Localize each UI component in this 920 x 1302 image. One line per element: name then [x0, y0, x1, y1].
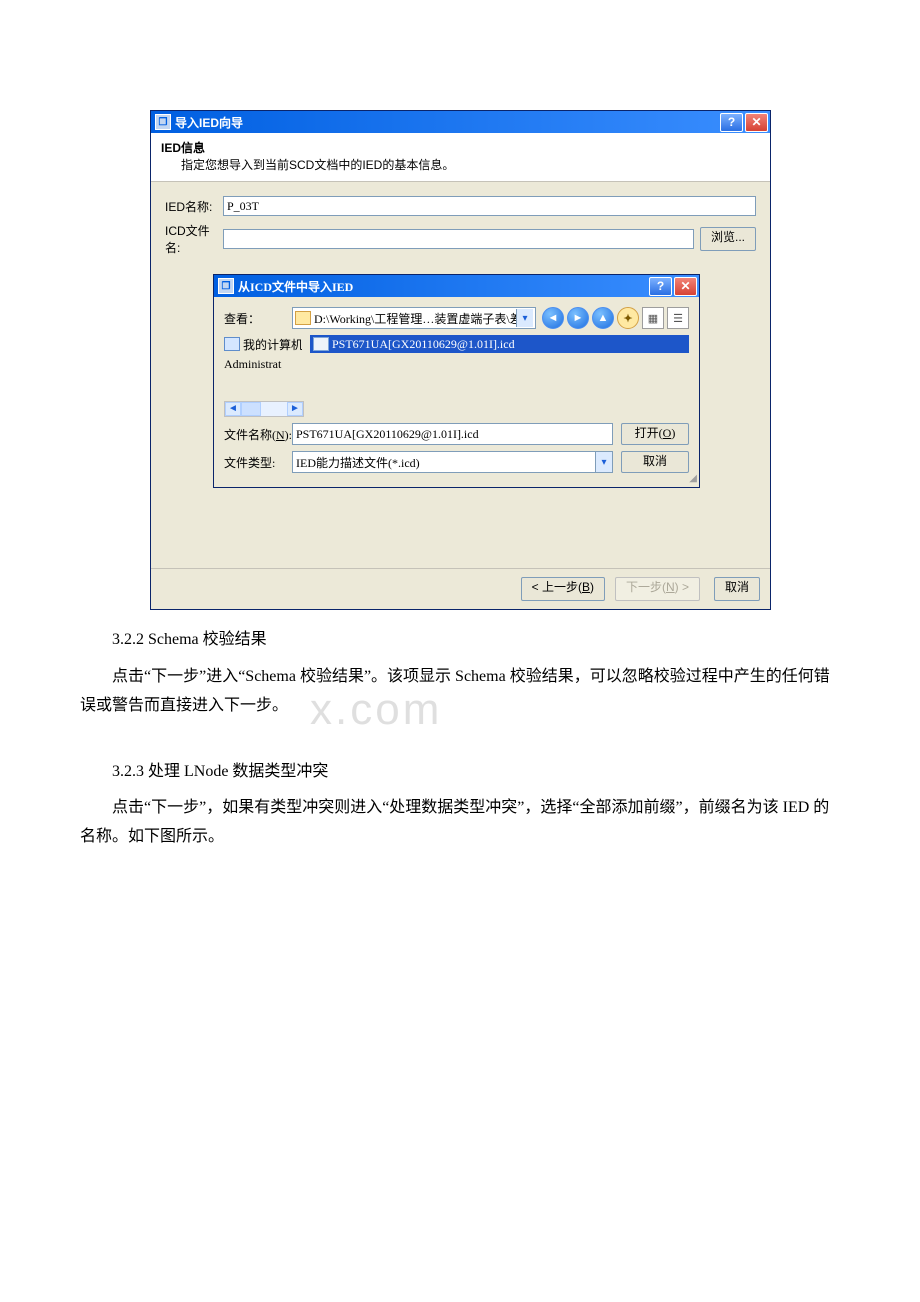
resize-grip-icon[interactable]: ◢: [685, 473, 697, 485]
look-in-label: 查看：: [224, 310, 292, 327]
section-heading-323: 3.2.3 处理 LNode 数据类型冲突: [80, 758, 840, 787]
file-list[interactable]: PST671UA[GX20110629@1.01I].icd: [310, 335, 689, 401]
chevron-down-icon[interactable]: ▾: [595, 452, 612, 472]
file-icon: [313, 337, 329, 351]
new-folder-icon[interactable]: ✦: [617, 307, 639, 329]
close-button[interactable]: ✕: [674, 277, 697, 296]
prev-button[interactable]: < 上一步(B): [521, 577, 605, 601]
help-button[interactable]: ?: [720, 113, 743, 132]
filetype-combo[interactable]: IED能力描述文件(*.icd) ▾: [292, 451, 613, 473]
file-dialog-titlebar[interactable]: ❐ 从ICD文件中导入IED ? ✕: [214, 275, 699, 297]
computer-icon: [224, 337, 240, 351]
file-dialog-title: 从ICD文件中导入IED: [238, 278, 353, 295]
look-in-combo[interactable]: D:\Working\工程管理…装置虚端子表\差动PST671 ▾: [292, 307, 536, 329]
icd-file-label: ICD文件名:: [165, 222, 223, 256]
filename-label: 文件名称(N):: [224, 426, 292, 443]
list-item[interactable]: PST671UA[GX20110629@1.01I].icd: [310, 335, 689, 353]
file-item-label: PST671UA[GX20110629@1.01I].icd: [332, 337, 515, 352]
scroll-right-icon[interactable]: ►: [287, 402, 303, 416]
view-list-icon[interactable]: ☰: [667, 307, 689, 329]
paragraph-323: 点击“下一步”，如果有类型冲突则进入“处理数据类型冲突”，选择“全部添加前缀”，…: [80, 794, 840, 852]
chevron-down-icon[interactable]: ▾: [516, 309, 533, 327]
wizard-header: IED信息 指定您想导入到当前SCD文档中的IED的基本信息。: [151, 133, 770, 182]
back-icon[interactable]: ◄: [542, 307, 564, 329]
sidebar-item-user[interactable]: Administrat: [224, 355, 302, 373]
view-icons-icon[interactable]: ▦: [642, 307, 664, 329]
file-open-dialog: ❐ 从ICD文件中导入IED ? ✕ 查看： D:\Working\工程管理…装…: [213, 274, 700, 488]
filetype-label: 文件类型:: [224, 454, 292, 471]
cancel-button[interactable]: 取消: [621, 451, 689, 473]
section-heading-322: 3.2.2 Schema 校验结果: [80, 626, 840, 655]
sidebar-label: 我的计算机: [243, 336, 302, 353]
wizard-dialog: ❐ 导入IED向导 ? ✕ IED信息 指定您想导入到当前SCD文档中的IED的…: [150, 110, 771, 610]
browse-button[interactable]: 浏览...: [700, 227, 756, 251]
up-icon[interactable]: ▲: [592, 307, 614, 329]
scroll-left-icon[interactable]: ◄: [225, 402, 241, 416]
wizard-titlebar[interactable]: ❐ 导入IED向导 ? ✕: [151, 111, 770, 133]
wizard-title: 导入IED向导: [175, 114, 243, 131]
info-title: IED信息: [161, 139, 760, 156]
filename-input[interactable]: PST671UA[GX20110629@1.01I].icd: [292, 423, 613, 445]
open-button[interactable]: 打开(O): [621, 423, 689, 445]
filename-value: PST671UA[GX20110629@1.01I].icd: [296, 427, 479, 442]
folder-icon: [295, 311, 311, 325]
places-sidebar: 我的计算机 Administrat: [224, 335, 302, 401]
cancel-button[interactable]: 取消: [714, 577, 760, 601]
sidebar-scrollbar[interactable]: ◄ ►: [224, 401, 304, 417]
sidebar-item-mycomputer[interactable]: 我的计算机: [224, 335, 302, 353]
icd-file-input[interactable]: [223, 229, 694, 249]
scroll-thumb[interactable]: [241, 402, 261, 416]
app-icon: ❐: [218, 278, 234, 294]
next-button[interactable]: 下一步(N) >: [615, 577, 700, 601]
info-desc: 指定您想导入到当前SCD文档中的IED的基本信息。: [181, 156, 760, 173]
forward-icon[interactable]: ►: [567, 307, 589, 329]
look-in-path: D:\Working\工程管理…装置虚端子表\差动PST671: [314, 310, 516, 327]
ied-name-input[interactable]: [223, 196, 756, 216]
paragraph-322: 点击“下一步”进入“Schema 校验结果”。该项显示 Schema 校验结果，…: [80, 663, 840, 721]
app-icon: ❐: [155, 114, 171, 130]
sidebar-label: Administrat: [224, 357, 281, 372]
help-button[interactable]: ?: [649, 277, 672, 296]
wizard-footer: < 上一步(B) 下一步(N) > 取消: [151, 568, 770, 609]
close-button[interactable]: ✕: [745, 113, 768, 132]
ied-name-label: IED名称:: [165, 198, 223, 215]
filetype-value: IED能力描述文件(*.icd): [296, 454, 420, 471]
